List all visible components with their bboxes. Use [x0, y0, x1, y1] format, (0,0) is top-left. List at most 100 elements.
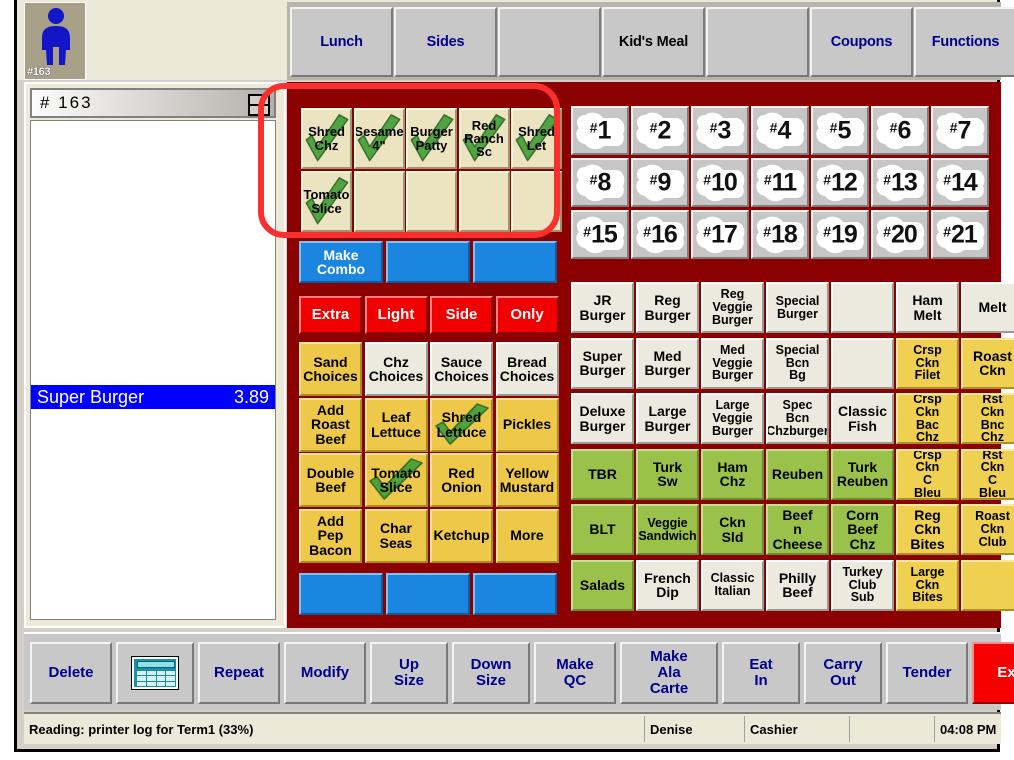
toolbar-button-make-qc[interactable]: Make QC: [534, 642, 616, 704]
modifier-button-red-onion[interactable]: Red Onion: [430, 453, 493, 507]
menu-button-ham-chz[interactable]: Ham Chz: [701, 448, 764, 500]
number-button-4[interactable]: #4: [751, 106, 809, 155]
tray-button-burger-patty[interactable]: Burger Patty: [406, 108, 457, 169]
number-button-11[interactable]: #11: [751, 158, 809, 207]
order-number-field[interactable]: # 163: [30, 88, 276, 118]
menu-button-crsp-ckn-bac-chz[interactable]: Crsp Ckn Bac Chz: [896, 393, 959, 444]
tray-button-sesame-4-[interactable]: Sesame 4": [353, 108, 405, 169]
menu-button-blt[interactable]: BLT: [571, 504, 634, 555]
menu-button-rst-ckn-bnc-chz[interactable]: Rst Ckn Bnc Chz: [961, 393, 1014, 444]
tray-button-empty[interactable]: [511, 171, 562, 232]
modifier-button-yellow-mustard[interactable]: Yellow Mustard: [495, 453, 559, 507]
number-button-6[interactable]: #6: [871, 106, 929, 155]
menu-button-large-ckn-bites[interactable]: Large Ckn Bites: [896, 559, 959, 611]
modifier-button-more[interactable]: More: [495, 508, 559, 563]
number-button-1[interactable]: #1: [571, 106, 629, 155]
toolbar-button-eat-in[interactable]: Eat In: [722, 642, 800, 704]
menu-button-beef-n-cheese[interactable]: Beef n Cheese: [766, 504, 829, 555]
category-tab-coupons[interactable]: Coupons: [810, 7, 913, 77]
blue-button-empty-2[interactable]: [473, 573, 557, 615]
toolbar-button-tender[interactable]: Tender: [886, 642, 968, 704]
menu-button-philly-beef[interactable]: Philly Beef: [766, 559, 829, 611]
menu-button-roast-ckn-club[interactable]: Roast Ckn Club: [961, 504, 1014, 555]
menu-button-reg-burger[interactable]: Reg Burger: [636, 282, 699, 333]
category-tab-blank-2[interactable]: [498, 7, 601, 77]
qualifier-button-side[interactable]: Side: [430, 296, 493, 334]
number-button-20[interactable]: #20: [871, 210, 929, 259]
toolbar-button-exit[interactable]: Exit: [972, 642, 1014, 704]
avatar[interactable]: #163: [24, 2, 86, 80]
modifier-button-bread-choices[interactable]: Bread Choices: [495, 342, 559, 396]
menu-button-empty-1-4[interactable]: [831, 337, 894, 389]
combo-button-empty-2[interactable]: [473, 241, 557, 283]
number-button-21[interactable]: #21: [931, 210, 989, 259]
tray-button-empty[interactable]: [353, 171, 405, 232]
menu-button-turkey-club-sub[interactable]: Turkey Club Sub: [831, 559, 894, 611]
tray-button-red-ranch-sc[interactable]: Red Ranch Sc: [458, 108, 510, 169]
number-button-2[interactable]: #2: [631, 106, 689, 155]
qualifier-button-light[interactable]: Light: [364, 296, 428, 334]
modifier-button-ketchup[interactable]: Ketchup: [430, 508, 493, 563]
number-button-15[interactable]: #15: [571, 210, 629, 259]
modifier-button-char-seas[interactable]: Char Seas: [364, 508, 428, 563]
menu-button-super-burger[interactable]: Super Burger: [571, 337, 634, 389]
menu-button-ham-melt[interactable]: Ham Melt: [896, 282, 959, 333]
toolbar-button-delete[interactable]: Delete: [30, 642, 112, 704]
menu-button-turk-sw[interactable]: Turk Sw: [636, 448, 699, 500]
menu-button-melt[interactable]: Melt: [961, 282, 1014, 333]
combo-button-empty-1[interactable]: [386, 241, 470, 283]
modifier-button-double-beef[interactable]: Double Beef: [299, 453, 362, 507]
tray-button-empty[interactable]: [406, 171, 457, 232]
category-tab-kid-s-meal[interactable]: Kid's Meal: [602, 7, 705, 77]
number-button-10[interactable]: #10: [691, 158, 749, 207]
toolbar-button-carry-out[interactable]: Carry Out: [804, 642, 882, 704]
toolbar-button-make-ala-carte[interactable]: Make Ala Carte: [620, 642, 718, 704]
modifier-button-tomato-slice[interactable]: Tomato Slice: [364, 453, 428, 507]
menu-button-salads[interactable]: Salads: [571, 559, 634, 611]
menu-button-jr-burger[interactable]: JR Burger: [571, 282, 634, 333]
menu-button-roast-ckn[interactable]: Roast Ckn: [961, 337, 1014, 389]
menu-button-reuben[interactable]: Reuben: [766, 448, 829, 500]
toolbar-button-down-size[interactable]: Down Size: [452, 642, 530, 704]
toolbar-button-keyboard[interactable]: [116, 642, 194, 704]
tray-button-shred-let[interactable]: Shred Let: [511, 108, 562, 169]
menu-button-classic-italian[interactable]: Classic Italian: [701, 559, 764, 611]
menu-button-rst-ckn-c-bleu[interactable]: Rst Ckn C Bleu: [961, 448, 1014, 500]
tray-button-tomato-slice[interactable]: Tomato Slice: [301, 171, 352, 232]
menu-button-veggie-sandwich[interactable]: Veggie Sandwich: [636, 504, 699, 555]
number-button-7[interactable]: #7: [931, 106, 989, 155]
menu-button-deluxe-burger[interactable]: Deluxe Burger: [571, 393, 634, 444]
modifier-button-sauce-choices[interactable]: Sauce Choices: [430, 342, 493, 396]
menu-button-med-burger[interactable]: Med Burger: [636, 337, 699, 389]
number-button-17[interactable]: #17: [691, 210, 749, 259]
order-list-item[interactable]: Super Burger 3.89: [31, 385, 275, 409]
menu-button-crsp-ckn-filet[interactable]: Crsp Ckn Filet: [896, 337, 959, 389]
combo-button-make-combo[interactable]: Make Combo: [299, 241, 383, 283]
menu-button-reg-ckn-bites[interactable]: Reg Ckn Bites: [896, 504, 959, 555]
order-item-list[interactable]: Super Burger 3.89: [30, 120, 276, 620]
number-button-12[interactable]: #12: [811, 158, 869, 207]
category-tab-lunch[interactable]: Lunch: [290, 7, 393, 77]
number-button-18[interactable]: #18: [751, 210, 809, 259]
menu-button-tbr[interactable]: TBR: [571, 448, 634, 500]
toolbar-button-modify[interactable]: Modify: [284, 642, 366, 704]
menu-button-corn-beef-chz[interactable]: Corn Beef Chz: [831, 504, 894, 555]
number-button-19[interactable]: #19: [811, 210, 869, 259]
modifier-button-add-roast-beef[interactable]: Add Roast Beef: [299, 397, 362, 452]
tray-button-shred-chz[interactable]: Shred Chz: [301, 108, 352, 169]
number-button-5[interactable]: #5: [811, 106, 869, 155]
modifier-button-pickles[interactable]: Pickles: [495, 397, 559, 452]
menu-button-french-dip[interactable]: French Dip: [636, 559, 699, 611]
toolbar-button-repeat[interactable]: Repeat: [198, 642, 280, 704]
number-button-3[interactable]: #3: [691, 106, 749, 155]
number-button-8[interactable]: #8: [571, 158, 629, 207]
menu-button-special-burger[interactable]: Special Burger: [766, 282, 829, 333]
qualifier-button-extra[interactable]: Extra: [299, 296, 362, 334]
menu-button-crsp-ckn-c-bleu[interactable]: Crsp Ckn C Bleu: [896, 448, 959, 500]
menu-button-classic-fish[interactable]: Classic Fish: [831, 393, 894, 444]
menu-button-large-veggie-burger[interactable]: Large Veggie Burger: [701, 393, 764, 444]
modifier-button-sand-choices[interactable]: Sand Choices: [299, 342, 362, 396]
number-button-13[interactable]: #13: [871, 158, 929, 207]
menu-button-spec-bcn-chzburger[interactable]: Spec Bcn Chzburger: [766, 393, 829, 444]
menu-button-turk-reuben[interactable]: Turk Reuben: [831, 448, 894, 500]
